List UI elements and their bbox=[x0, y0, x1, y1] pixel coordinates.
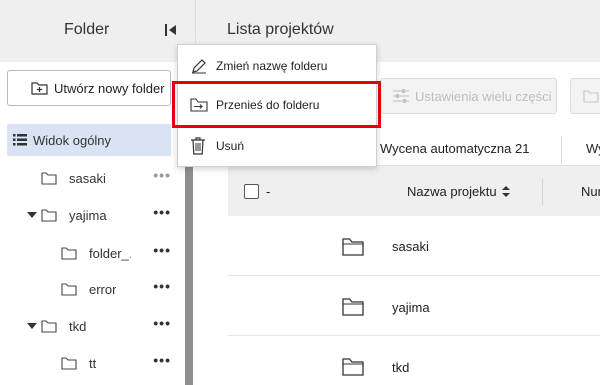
sidebar-header: Folder bbox=[0, 0, 196, 62]
tab-divider bbox=[561, 136, 562, 164]
select-all-label: - bbox=[266, 184, 271, 199]
sidebar-item-yajima[interactable]: yajima ••• bbox=[7, 199, 171, 231]
new-folder-label: Utwórz nowy folder bbox=[54, 80, 165, 96]
project-name: yajima bbox=[392, 300, 430, 315]
folder-icon bbox=[61, 357, 77, 370]
more-options-icon[interactable]: ••• bbox=[153, 316, 171, 330]
sidebar-item-overview[interactable]: Widok ogólny bbox=[7, 124, 171, 156]
name-column-label: Nazwa projektu bbox=[407, 184, 497, 199]
sidebar-item-label: tkd bbox=[69, 318, 87, 334]
sidebar-item-label: folder_… bbox=[89, 245, 131, 261]
tab-auto-quote[interactable]: Wycena automatyczna 21 bbox=[380, 141, 529, 156]
tab-next[interactable]: Wy bbox=[586, 141, 600, 156]
list-icon bbox=[13, 134, 27, 146]
menu-item-label: Usuń bbox=[216, 139, 245, 153]
sidebar-item-label: tt bbox=[89, 355, 97, 371]
folder-icon bbox=[342, 238, 364, 256]
table-row[interactable]: sasaki bbox=[228, 216, 600, 276]
folder-icon bbox=[41, 320, 57, 333]
sort-icon[interactable] bbox=[501, 186, 510, 197]
project-name: tkd bbox=[392, 360, 410, 375]
project-name: sasaki bbox=[392, 239, 429, 254]
new-folder-button[interactable]: Utwórz nowy folder bbox=[7, 70, 171, 106]
sidebar-item-folder[interactable]: folder_… ••• bbox=[7, 237, 171, 269]
more-options-icon[interactable]: ••• bbox=[153, 353, 171, 367]
sliders-icon bbox=[393, 89, 409, 103]
sidebar-item-error[interactable]: error ••• bbox=[7, 273, 171, 305]
bulk-settings-label: Ustawienia wielu części bbox=[415, 88, 552, 104]
folder-icon bbox=[61, 283, 77, 296]
caret-down-icon[interactable] bbox=[27, 211, 37, 219]
folder-icon bbox=[342, 358, 364, 376]
menu-item-delete[interactable]: Usuń bbox=[178, 127, 378, 165]
trash-icon bbox=[191, 137, 205, 155]
caret-down-icon[interactable] bbox=[27, 322, 37, 330]
sidebar-item-tt[interactable]: tt ••• bbox=[7, 347, 171, 379]
folder-icon bbox=[41, 172, 57, 185]
more-options-icon[interactable]: ••• bbox=[153, 205, 171, 219]
more-options-icon[interactable]: ••• bbox=[153, 243, 171, 257]
table-row[interactable]: tkd bbox=[228, 336, 600, 385]
add-folder-icon bbox=[31, 82, 48, 95]
table-row[interactable]: yajima bbox=[228, 276, 600, 336]
more-options-icon[interactable]: ••• bbox=[153, 168, 171, 182]
number-column-header[interactable]: Num bbox=[581, 184, 600, 199]
sidebar-item-label: Widok ogólny bbox=[33, 132, 112, 148]
move-button[interactable] bbox=[570, 78, 600, 114]
sidebar-item-tkd[interactable]: tkd ••• bbox=[7, 310, 171, 342]
highlight-annotation bbox=[172, 81, 381, 128]
menu-item-label: Zmień nazwę folderu bbox=[216, 59, 328, 73]
collapse-sidebar-icon[interactable] bbox=[164, 22, 180, 40]
sidebar-item-label: error bbox=[89, 281, 117, 297]
folder-icon bbox=[61, 247, 77, 260]
move-folder-icon bbox=[583, 90, 599, 103]
sidebar-title: Folder bbox=[64, 21, 110, 38]
name-column-header[interactable]: Nazwa projektu bbox=[407, 184, 510, 199]
sidebar-item-label: sasaki bbox=[69, 170, 106, 186]
folder-icon bbox=[342, 298, 364, 316]
table-header: - Nazwa projektu Num bbox=[228, 166, 600, 216]
menu-item-rename-folder[interactable]: Zmień nazwę folderu bbox=[178, 47, 378, 85]
pencil-icon bbox=[192, 59, 206, 74]
page-title: Lista projektów bbox=[227, 21, 334, 38]
more-options-icon[interactable]: ••• bbox=[153, 279, 171, 293]
folder-icon bbox=[41, 209, 57, 222]
sidebar-item-label: yajima bbox=[69, 207, 107, 223]
bulk-settings-button[interactable]: Ustawienia wielu części bbox=[380, 78, 557, 114]
sidebar-item-sasaki[interactable]: sasaki ••• bbox=[7, 162, 171, 194]
select-all-checkbox[interactable] bbox=[244, 184, 259, 199]
column-divider bbox=[542, 179, 543, 205]
